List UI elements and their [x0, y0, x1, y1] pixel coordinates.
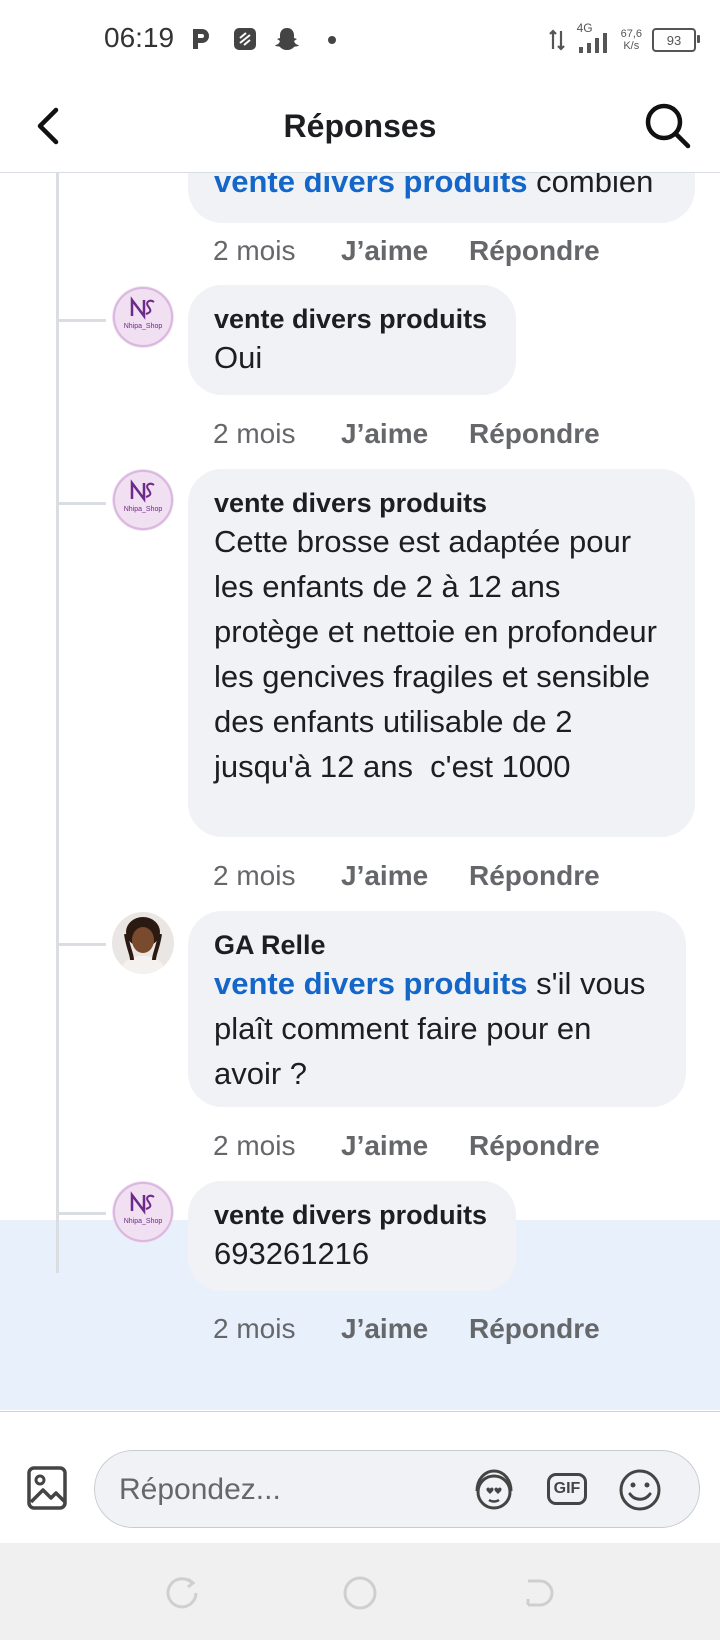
system-nav-bar [0, 1543, 720, 1640]
avatar[interactable]: Nhipa_Shop [112, 286, 174, 348]
comment-time: 2 mois [213, 418, 296, 449]
mention-link[interactable]: vente divers produits [214, 173, 528, 199]
page-title: Réponses [283, 108, 437, 144]
avatar[interactable]: Nhipa_Shop [112, 469, 174, 531]
comment-actions: 2 mois J’aime Répondre [213, 1309, 600, 1349]
gif-label: GIF [547, 1473, 587, 1505]
thread-branch-line [56, 319, 106, 322]
more-notifications-dot-icon [328, 36, 336, 44]
battery-indicator: 93 [652, 28, 700, 52]
data-transfer-icon [548, 29, 565, 51]
photo-icon[interactable] [26, 1462, 68, 1512]
comment-bubble[interactable]: vente divers produits Cette brosse est a… [188, 469, 695, 837]
reply-button[interactable]: Répondre [469, 860, 600, 892]
avatar-sticker-icon[interactable] [469, 1465, 519, 1515]
status-right-group: 4G 67,6 K/s 93 [547, 20, 700, 60]
parking-app-icon [193, 29, 209, 49]
comment-body: combien [527, 173, 654, 199]
back-nav-icon[interactable] [518, 1573, 558, 1613]
search-icon[interactable] [642, 100, 694, 152]
gif-button[interactable]: GIF [545, 1465, 591, 1515]
comment-actions: 2 mois J’aime Répondre [213, 1126, 600, 1166]
comment-author[interactable]: vente divers produits [214, 487, 669, 519]
comment-bubble[interactable]: vente divers produits combien [188, 173, 695, 223]
reply-button[interactable]: Répondre [469, 1313, 600, 1345]
logo-text: Nhipa_Shop [124, 506, 163, 513]
recent-apps-icon[interactable] [162, 1573, 202, 1613]
like-button[interactable]: J’aime [341, 235, 469, 267]
home-icon[interactable] [340, 1573, 380, 1613]
comment-time: 2 mois [213, 235, 296, 266]
logo-text: Nhipa_Shop [124, 1218, 163, 1225]
reply-input[interactable] [117, 1451, 451, 1529]
signal-strength-icon [578, 33, 607, 53]
reply-button[interactable]: Répondre [469, 418, 600, 450]
user-photo-icon [112, 912, 174, 974]
snapchat-icon [275, 28, 299, 50]
avatar[interactable] [112, 912, 174, 974]
thread-branch-line [56, 502, 106, 505]
header: Réponses [0, 80, 720, 173]
like-button[interactable]: J’aime [341, 1130, 469, 1162]
comment-text: Oui [214, 340, 263, 375]
reply-button[interactable]: Répondre [469, 235, 600, 267]
nhipa-shop-logo-icon: Nhipa_Shop [112, 286, 174, 348]
reply-box: GIF [94, 1450, 700, 1529]
comment-author[interactable]: vente divers produits [214, 303, 490, 335]
emoji-icon[interactable] [615, 1465, 665, 1515]
network-speed-unit: K/s [623, 40, 640, 52]
thread-branch-line [56, 943, 106, 946]
like-button[interactable]: J’aime [341, 418, 469, 450]
nhipa-shop-logo-icon: Nhipa_Shop [112, 469, 174, 531]
comment-time: 2 mois [213, 1313, 296, 1344]
status-bar: 06:19 4G 67,6 K/s 93 [0, 0, 720, 80]
comment-bubble[interactable]: vente divers produits Oui [188, 285, 516, 395]
comment-actions: 2 mois J’aime Répondre [213, 414, 600, 454]
thread-branch-line [56, 1212, 106, 1215]
network-speed-value: 67,6 [620, 28, 642, 40]
comment-text: vente divers produits combien [214, 173, 669, 204]
like-button[interactable]: J’aime [341, 1313, 469, 1345]
logo-text: Nhipa_Shop [124, 323, 163, 330]
comment-text: vente divers produits s'il vous plaît co… [214, 961, 660, 1096]
comment-text: Cette brosse est adaptée pour les enfant… [214, 524, 666, 784]
status-time: 06:19 [104, 22, 175, 53]
comment-bubble[interactable]: GA Relle vente divers produits s'il vous… [188, 911, 686, 1107]
nhipa-shop-logo-icon: Nhipa_Shop [112, 1181, 174, 1243]
avatar[interactable]: Nhipa_Shop [112, 1181, 174, 1243]
notification-app-icon [234, 28, 256, 50]
thread-connector-line [56, 173, 59, 1273]
comment-actions: 2 mois J’aime Répondre [213, 856, 600, 896]
battery-level: 93 [666, 32, 682, 48]
like-button[interactable]: J’aime [341, 860, 469, 892]
comment-author[interactable]: vente divers produits [214, 1199, 490, 1231]
reply-composer: GIF [0, 1411, 720, 1542]
comment-text: 693261216 [214, 1236, 370, 1271]
thread-connector-line [56, 1123, 59, 1215]
comment-actions: 2 mois J’aime Répondre [213, 231, 600, 271]
comment-time: 2 mois [213, 860, 296, 891]
reply-thread: vente divers produits combien 2 mois J’a… [0, 173, 720, 1411]
comment-author[interactable]: GA Relle [214, 929, 660, 961]
network-speed: 67,6 K/s [621, 28, 642, 52]
comment-time: 2 mois [213, 1130, 296, 1161]
reply-button[interactable]: Répondre [469, 1130, 600, 1162]
comment-bubble[interactable]: vente divers produits 693261216 [188, 1181, 516, 1291]
mention-link[interactable]: vente divers produits [214, 966, 528, 1001]
signal-group: 4G [577, 21, 611, 55]
